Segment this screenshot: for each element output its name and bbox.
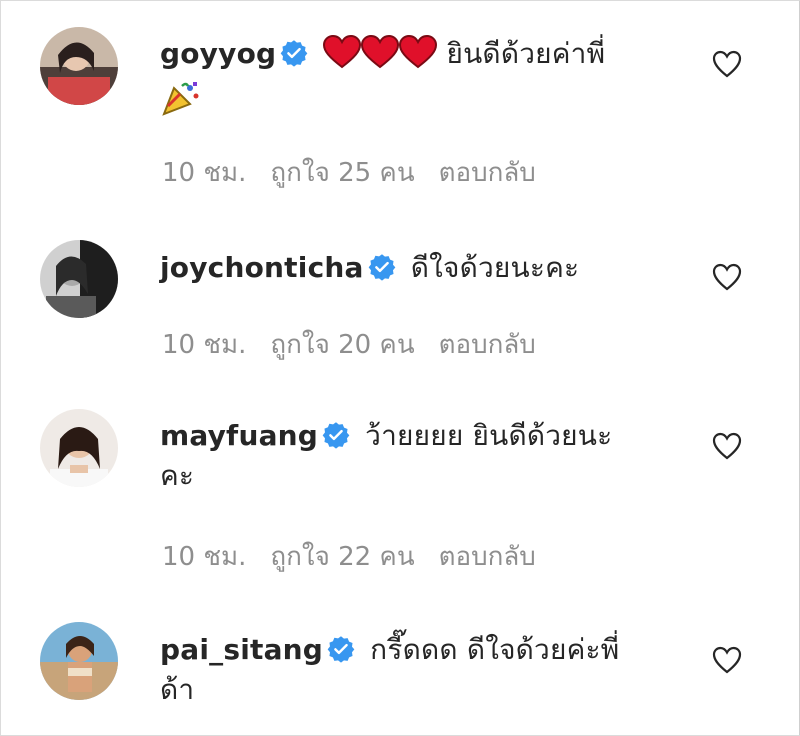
comment-body: mayfuang ว้ายยยย ยินดีด้วยนะ คะ [160, 416, 660, 496]
comment-text: กรี๊ดดด ดีใจด้วยค่ะพี่ [370, 633, 620, 666]
comment-body: goyyog ยินดีด้วยค่าพี่ [160, 34, 660, 127]
comment-text-line2: คะ [160, 459, 195, 492]
verified-badge-icon [322, 421, 350, 449]
comment-time[interactable]: 10 ชม. [162, 158, 246, 188]
heart-outline-icon[interactable] [712, 432, 742, 460]
heart-outline-icon[interactable] [712, 263, 742, 291]
comment-body: pai_sitang กรี๊ดดด ดีใจด้วยค่ะพี่ ด้า [160, 630, 660, 710]
comment-meta: 10 ชม. ถูกใจ 20 คน ตอบกลับ [162, 324, 560, 365]
reply-button[interactable]: ตอบกลับ [439, 542, 536, 572]
comment-body: joychonticha ดีใจด้วยนะคะ [160, 248, 660, 288]
comment-likes[interactable]: ถูกใจ 20 คน [270, 330, 414, 360]
comment-text: ยินดีด้วยค่าพี่ [446, 37, 606, 70]
verified-badge-icon [368, 253, 396, 281]
avatar[interactable] [40, 27, 118, 105]
reply-button[interactable]: ตอบกลับ [439, 158, 536, 188]
comment-likes[interactable]: ถูกใจ 25 คน [270, 158, 414, 188]
avatar[interactable] [40, 409, 118, 487]
comment-time[interactable]: 10 ชม. [162, 330, 246, 360]
heart-outline-icon[interactable] [712, 646, 742, 674]
avatar[interactable] [40, 622, 118, 700]
party-popper-emoji [160, 80, 200, 127]
avatar[interactable] [40, 240, 118, 318]
verified-badge-icon [280, 39, 308, 67]
comment-username[interactable]: goyyog [160, 37, 276, 70]
red-heart-emoji [323, 34, 362, 80]
comment-username[interactable]: joychonticha [160, 251, 364, 284]
reply-button[interactable]: ตอบกลับ [439, 330, 536, 360]
comment-username[interactable]: mayfuang [160, 419, 318, 452]
red-heart-emoji [361, 34, 400, 80]
comment-username[interactable]: pai_sitang [160, 633, 323, 666]
comment-text-line2: ด้า [160, 673, 195, 706]
verified-badge-icon [327, 635, 355, 663]
comment-likes[interactable]: ถูกใจ 22 คน [270, 542, 414, 572]
red-heart-emoji [399, 34, 438, 80]
comment-text: ดีใจด้วยนะคะ [410, 251, 580, 284]
comment-time[interactable]: 10 ชม. [162, 542, 246, 572]
heart-outline-icon[interactable] [712, 50, 742, 78]
comment-meta: 10 ชม. ถูกใจ 25 คน ตอบกลับ [162, 152, 560, 193]
comment-meta: 10 ชม. ถูกใจ 22 คน ตอบกลับ [162, 536, 560, 577]
comment-text: ว้ายยยย ยินดีด้วยนะ [365, 419, 613, 452]
